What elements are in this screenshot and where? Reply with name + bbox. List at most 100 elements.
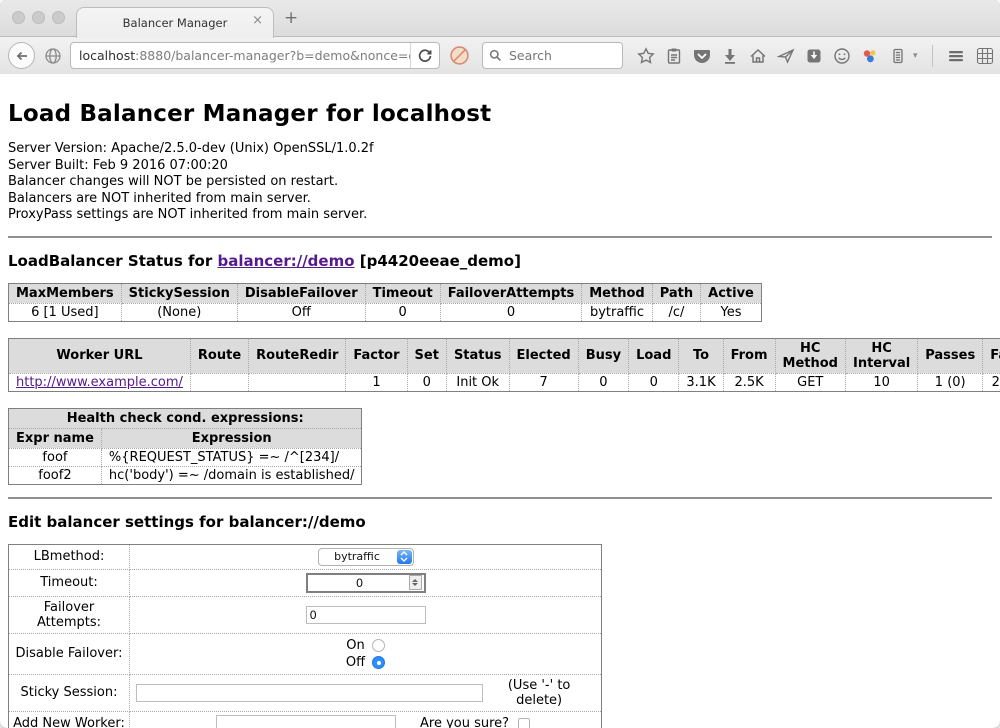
cell-passes: 1 (0) <box>918 373 983 391</box>
toolbar-icons: ▾ <box>637 45 995 67</box>
battery-list-icon[interactable] <box>889 47 907 65</box>
timeout-input[interactable]: 0 <box>306 573 426 593</box>
browser-window: Balancer Manager × + localhost:8880/bala… <box>0 0 1000 728</box>
status-heading-suffix: [p4420eeae_demo] <box>355 252 521 270</box>
col-stickysession: StickySession <box>121 283 237 303</box>
hc-row-foof: foof %{REQUEST_STATUS} =~ /^[234]/ <box>9 448 362 466</box>
worker-table: Worker URL Route RouteRedir Factor Set S… <box>8 338 1000 392</box>
col-busy: Busy <box>578 338 628 373</box>
col-hc-method: HC Method <box>775 338 845 373</box>
hc-header-row: Expr name Expression <box>9 428 362 448</box>
col-disablefailover: DisableFailover <box>237 283 365 303</box>
edit-balancer-form: LBmethod: bytraffic Timeout: 0 <box>8 544 602 728</box>
cell-to: 3.1K <box>679 373 723 391</box>
new-tab-button[interactable]: + <box>284 10 298 27</box>
col-from: From <box>723 338 775 373</box>
timeout-value: 0 <box>308 576 409 590</box>
cell-hc-method: GET <box>775 373 845 391</box>
cell-elected: 7 <box>509 373 578 391</box>
url-path: :8880/balancer-manager?b=demo&nonce=decc… <box>135 48 410 63</box>
back-arrow-icon <box>13 47 31 65</box>
cell-timeout: 0 <box>365 303 440 321</box>
cell-expr-name-1: foof <box>9 448 102 466</box>
failover-attempts-input[interactable] <box>306 606 426 624</box>
url-domain: localhost <box>79 48 135 63</box>
cell-factor: 1 <box>346 373 407 391</box>
window-close-button[interactable] <box>12 11 25 24</box>
edit-balancer-heading: Edit balancer settings for balancer://de… <box>8 513 992 531</box>
cell-status: Init Ok <box>446 373 509 391</box>
status-heading-prefix: LoadBalancer Status for <box>8 252 217 270</box>
col-path: Path <box>652 283 700 303</box>
sticky-session-input[interactable] <box>136 684 483 702</box>
bookmark-star-icon[interactable] <box>637 47 655 65</box>
sticky-session-row: Sticky Session: (Use '-' to delete) <box>9 674 602 711</box>
color-dots-icon[interactable] <box>861 47 879 65</box>
reload-button[interactable] <box>411 47 439 65</box>
col-failoverattempts: FailoverAttempts <box>440 283 582 303</box>
are-you-sure-checkbox[interactable] <box>518 718 530 728</box>
server-built-line: Server Built: Feb 9 2016 07:00:20 <box>8 158 992 175</box>
cell-method: bytraffic <box>582 303 652 321</box>
health-check-table: Health check cond. expressions: Expr nam… <box>8 408 362 485</box>
url-text: localhost:8880/balancer-manager?b=demo&n… <box>71 48 410 63</box>
toolbar-separator <box>932 45 933 67</box>
cell-path: /c/ <box>652 303 700 321</box>
cell-failoverattempts: 0 <box>440 303 582 321</box>
add-worker-input[interactable] <box>216 715 396 728</box>
globe-icon <box>44 47 62 65</box>
disable-failover-row: Disable Failover: On Off <box>9 633 602 674</box>
timeout-row: Timeout: 0 <box>9 569 602 596</box>
cell-expr-name-2: foof2 <box>9 466 102 484</box>
hc-caption-row: Health check cond. expressions: <box>9 408 362 428</box>
balancer-status-header-row: MaxMembers StickySession DisableFailover… <box>9 283 762 303</box>
url-bar[interactable]: localhost:8880/balancer-manager?b=demo&n… <box>70 42 440 69</box>
search-bar[interactable] <box>482 42 623 69</box>
lbmethod-select[interactable]: bytraffic <box>318 548 414 566</box>
number-spinner-icon[interactable] <box>409 575 422 590</box>
send-icon[interactable] <box>777 47 795 65</box>
hc-row-foof2: foof2 hc('body') =~ /domain is establish… <box>9 466 362 484</box>
col-set: Set <box>407 338 446 373</box>
back-button[interactable] <box>8 42 35 69</box>
radio-off[interactable] <box>372 656 385 669</box>
add-worker-label: Add New Worker: <box>9 711 130 728</box>
balancer-demo-link[interactable]: balancer://demo <box>217 252 354 270</box>
overflow-caret-icon[interactable]: ▾ <box>913 51 918 61</box>
search-input[interactable] <box>507 47 616 64</box>
sticky-session-label: Sticky Session: <box>9 674 130 711</box>
server-version-line: Server Version: Apache/2.5.0-dev (Unix) … <box>8 141 992 158</box>
window-minimize-button[interactable] <box>32 11 45 24</box>
section-divider-mid <box>8 497 992 499</box>
radio-on[interactable] <box>372 639 385 652</box>
tab-close-icon[interactable]: × <box>252 14 263 27</box>
tiles-grid-icon[interactable] <box>975 46 995 66</box>
col-active: Active <box>701 283 762 303</box>
tab-balancer-manager[interactable]: Balancer Manager × <box>76 7 274 38</box>
balancer-status-table: MaxMembers StickySession DisableFailover… <box>8 283 762 322</box>
smiley-icon[interactable] <box>833 47 851 65</box>
cell-busy: 0 <box>578 373 628 391</box>
cell-set: 0 <box>407 373 446 391</box>
download-icon[interactable] <box>721 47 739 65</box>
loadbalancer-status-heading: LoadBalancer Status for balancer://demo … <box>8 252 992 270</box>
content-blocker-button[interactable] <box>449 45 470 66</box>
blocked-circle-icon <box>449 45 470 66</box>
cell-from: 2.5K <box>723 373 775 391</box>
window-zoom-button[interactable] <box>52 11 65 24</box>
radio-off-label: Off <box>346 654 365 671</box>
reader-square-icon[interactable] <box>805 47 823 65</box>
lbmethod-row: LBmethod: bytraffic <box>9 544 602 569</box>
cell-disablefailover: Off <box>237 303 365 321</box>
cell-routeredir <box>249 373 346 391</box>
pocket-icon[interactable] <box>693 47 711 65</box>
home-icon[interactable] <box>749 47 767 65</box>
worker-header-row: Worker URL Route RouteRedir Factor Set S… <box>9 338 1000 373</box>
tab-bar: Balancer Manager × + <box>0 0 1000 37</box>
menu-hamburger-icon[interactable] <box>947 47 965 65</box>
hc-caption: Health check cond. expressions: <box>9 408 362 428</box>
clipboard-icon[interactable] <box>665 47 683 65</box>
page-content: Load Balancer Manager for localhost Serv… <box>0 74 1000 728</box>
worker-url-link[interactable]: http://www.example.com/ <box>16 375 183 390</box>
col-expr-name: Expr name <box>9 428 102 448</box>
